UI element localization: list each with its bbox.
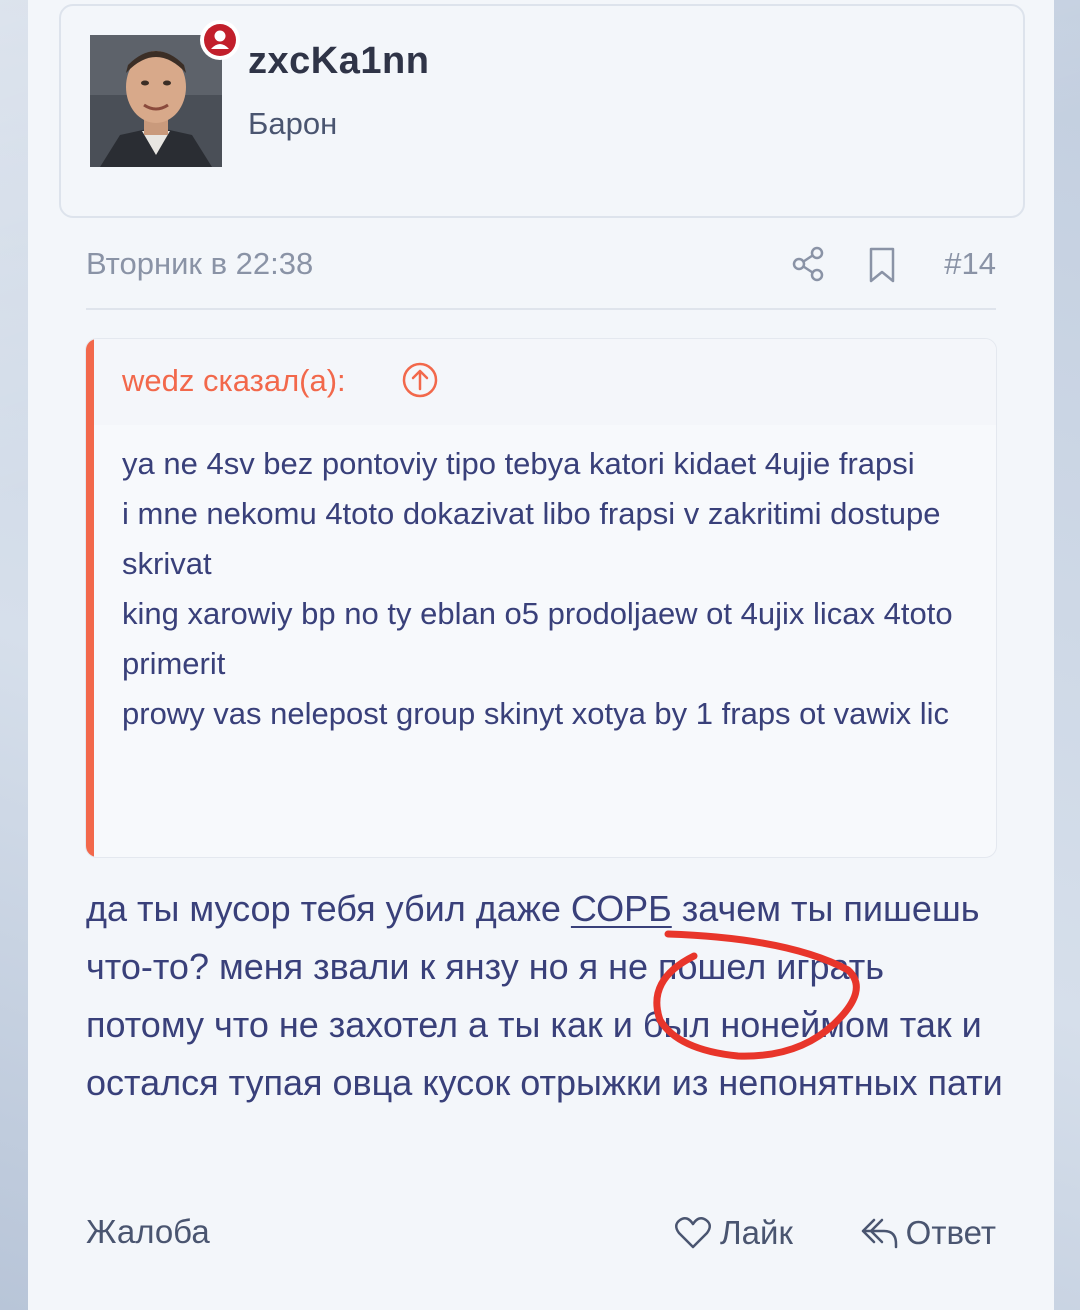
quote-text: ya ne 4sv bez pontoviy tipo tebya katori… bbox=[122, 439, 972, 739]
quote-author[interactable]: wedz сказал(а): bbox=[122, 363, 346, 399]
heart-icon bbox=[675, 1216, 711, 1249]
user-icon bbox=[211, 30, 229, 49]
quote-header: wedz сказал(а): bbox=[94, 339, 996, 425]
user-card: zxcKa1nn Барон bbox=[59, 4, 1025, 218]
bookmark-icon[interactable] bbox=[864, 246, 900, 284]
like-label: Лайк bbox=[720, 1214, 793, 1251]
reply-label: Ответ bbox=[905, 1214, 996, 1251]
go-to-quote-icon[interactable] bbox=[401, 361, 439, 399]
post-meta: Вторник в 22:38 #14 bbox=[86, 240, 996, 290]
like-button[interactable]: Лайк bbox=[674, 1205, 793, 1261]
quote-line: i mne nekomu 4toto dokazivat libo frapsi… bbox=[122, 496, 941, 581]
reply-button[interactable]: Ответ bbox=[860, 1205, 996, 1261]
quote-accent-bar bbox=[86, 339, 94, 857]
message-underlined-word: СОРБ bbox=[570, 888, 672, 929]
forum-post: zxcKa1nn Барон Вторник в 22:38 #14 wedz … bbox=[28, 0, 1054, 1310]
divider bbox=[86, 308, 996, 310]
post-actions: Жалоба Лайк Ответ bbox=[86, 1205, 996, 1261]
report-button[interactable]: Жалоба bbox=[86, 1213, 210, 1251]
message-text-start: да ты мусор тебя убил даже bbox=[86, 888, 571, 929]
post-message: да ты мусор тебя убил даже СОРБ зачем ты… bbox=[86, 880, 1006, 1112]
reply-icon bbox=[861, 1218, 897, 1249]
avatar[interactable] bbox=[90, 35, 222, 167]
user-rank-title: Барон bbox=[248, 106, 338, 141]
quote-line: king xarowiy bp no ty eblan o5 prodoljae… bbox=[122, 596, 953, 681]
quote-line: prowy vas nelepost group skinyt xotya by… bbox=[122, 696, 950, 731]
quote-line: ya ne 4sv bez pontoviy tipo tebya katori… bbox=[122, 446, 915, 481]
quote-block: wedz сказал(а): ya ne 4sv bez pontoviy t… bbox=[85, 338, 997, 858]
online-status-badge bbox=[200, 20, 240, 60]
share-icon[interactable] bbox=[788, 244, 828, 284]
post-date[interactable]: Вторник в 22:38 bbox=[86, 246, 313, 282]
username[interactable]: zxcKa1nn bbox=[248, 40, 429, 83]
post-number-link[interactable]: #14 bbox=[944, 246, 996, 282]
